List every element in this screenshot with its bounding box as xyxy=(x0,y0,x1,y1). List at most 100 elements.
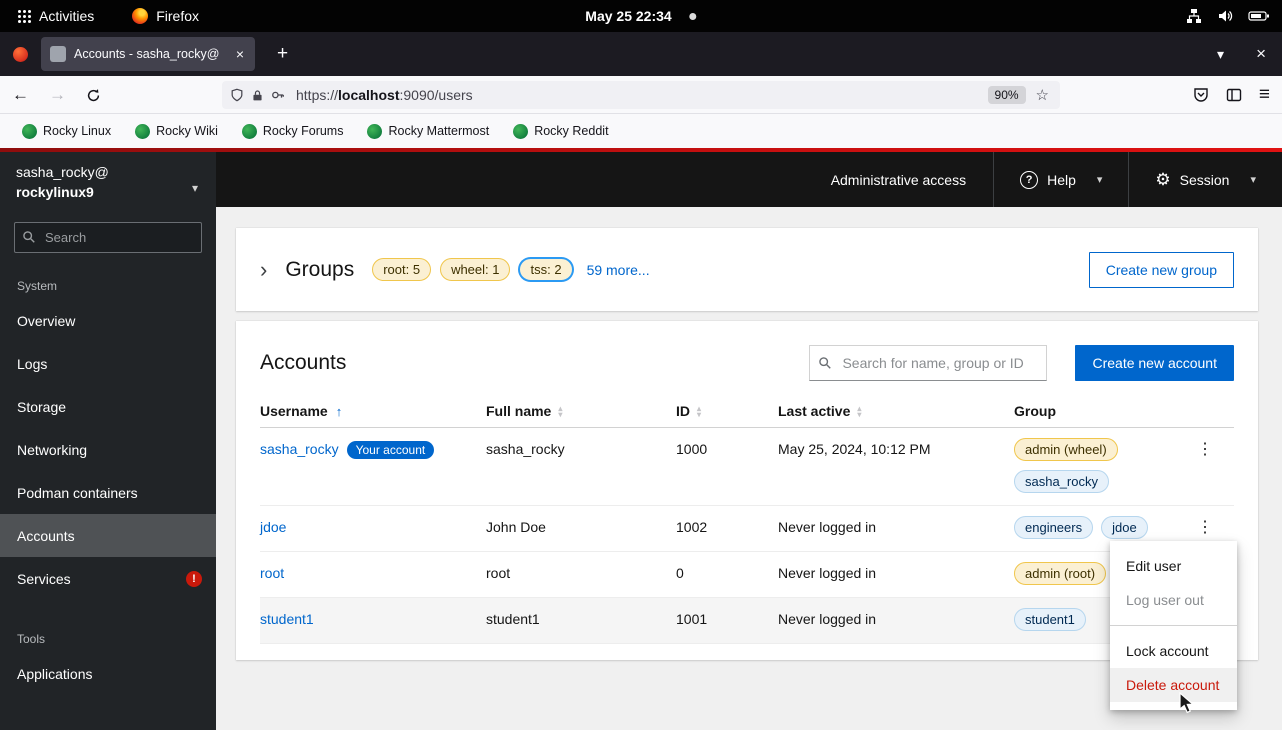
group-chip[interactable]: admin (root) xyxy=(1014,562,1106,585)
system-status-area[interactable] xyxy=(1186,8,1270,24)
save-to-pocket-icon[interactable] xyxy=(1193,87,1209,103)
sortable-icon: ▴▾ xyxy=(558,406,562,418)
bookmark-star-icon[interactable]: ☆ xyxy=(1033,86,1052,104)
session-caret-icon: ▾ xyxy=(1250,173,1256,186)
focused-app-menu[interactable]: Firefox xyxy=(126,6,205,26)
bookmark-rocky-linux[interactable]: Rocky Linux xyxy=(16,120,117,143)
column-header-full-name[interactable]: Full name▴▾ xyxy=(486,397,676,428)
battery-icon xyxy=(1248,8,1270,24)
menu-item-log-user-out: Log user out xyxy=(1110,583,1237,617)
accounts-search-input[interactable] xyxy=(809,345,1047,381)
host-switcher-caret-icon: ▾ xyxy=(192,178,198,198)
full-name-cell: sasha_rocky xyxy=(486,428,676,506)
account-actions-menu: Edit user Log user out Lock account Dele… xyxy=(1110,541,1237,710)
last-active-cell: Never logged in xyxy=(778,598,1014,644)
username-link[interactable]: sasha_rocky xyxy=(260,441,339,457)
list-all-tabs-icon[interactable]: ▾ xyxy=(1217,46,1224,63)
network-icon xyxy=(1186,8,1202,24)
sidebar-item-overview[interactable]: Overview xyxy=(0,299,216,342)
search-icon xyxy=(22,230,36,244)
column-header-actions xyxy=(1184,397,1234,428)
sidebar-search-input[interactable] xyxy=(14,222,202,253)
help-dropdown[interactable]: ? Help ▾ xyxy=(994,152,1128,207)
cockpit-sidebar: sasha_rocky@ rockylinux9 ▾ System Overvi… xyxy=(0,152,216,730)
bookmark-rocky-wiki[interactable]: Rocky Wiki xyxy=(129,120,224,143)
sidebar-item-podman-containers[interactable]: Podman containers xyxy=(0,471,216,514)
group-chip[interactable]: jdoe xyxy=(1101,516,1148,539)
menu-item-edit-user[interactable]: Edit user xyxy=(1110,549,1237,583)
row-actions-kebab-icon[interactable]: ⋮ xyxy=(1189,441,1221,458)
activities-button[interactable]: Activities xyxy=(12,6,100,26)
activities-label: Activities xyxy=(39,8,94,24)
app-menu-icon[interactable]: ≡ xyxy=(1259,84,1270,106)
rocky-mattermost-icon xyxy=(367,124,382,139)
bookmark-rocky-mattermost[interactable]: Rocky Mattermost xyxy=(361,120,495,143)
sidebar-item-logs[interactable]: Logs xyxy=(0,342,216,385)
column-header-last-active[interactable]: Last active▴▾ xyxy=(778,397,1014,428)
tracking-protection-shield-icon[interactable] xyxy=(230,88,244,102)
id-cell: 1002 xyxy=(676,506,778,552)
screen: Activities Firefox May 25 22:34 Accounts… xyxy=(0,0,1282,730)
session-dropdown[interactable]: ⚙ Session ▾ xyxy=(1129,152,1282,207)
groups-more-link[interactable]: 59 more... xyxy=(587,262,650,278)
menu-item-lock-account[interactable]: Lock account xyxy=(1110,634,1237,668)
bookmark-rocky-reddit[interactable]: Rocky Reddit xyxy=(507,120,614,143)
reload-button[interactable] xyxy=(86,88,101,103)
help-label: Help xyxy=(1047,172,1076,188)
connection-lock-icon[interactable] xyxy=(251,89,264,102)
group-chip[interactable]: student1 xyxy=(1014,608,1086,631)
browser-tab[interactable]: Accounts - sasha_rocky@ × xyxy=(41,37,255,71)
sidebar-username: sasha_rocky@ xyxy=(16,162,200,182)
zoom-level-badge[interactable]: 90% xyxy=(988,86,1026,104)
groups-expand-chevron-icon[interactable]: › xyxy=(260,259,267,281)
host-switcher[interactable]: sasha_rocky@ rockylinux9 ▾ xyxy=(0,152,216,202)
saved-password-key-icon[interactable] xyxy=(271,88,285,102)
gear-icon: ⚙ xyxy=(1155,170,1170,190)
sortable-icon: ▴▾ xyxy=(697,406,701,418)
administrative-access-button[interactable]: Administrative access xyxy=(804,172,993,188)
column-label: Username xyxy=(260,403,328,419)
sidebar-item-services[interactable]: Services! xyxy=(0,557,216,600)
tab-close-icon[interactable]: × xyxy=(234,46,246,62)
create-new-account-button[interactable]: Create new account xyxy=(1075,345,1234,381)
username-link[interactable]: jdoe xyxy=(260,519,286,535)
column-header-id[interactable]: ID ▴▾ xyxy=(676,397,778,428)
sidebar-item-networking[interactable]: Networking xyxy=(0,428,216,471)
full-name-cell: root xyxy=(486,552,676,598)
sidebar-item-storage[interactable]: Storage xyxy=(0,385,216,428)
groups-title: Groups xyxy=(285,258,354,282)
group-chip-wheel[interactable]: wheel: 1 xyxy=(440,258,510,281)
clock-button[interactable]: May 25 22:34 xyxy=(585,8,696,24)
back-button[interactable]: ← xyxy=(12,85,29,105)
username-link[interactable]: root xyxy=(260,565,284,581)
create-new-group-button[interactable]: Create new group xyxy=(1089,252,1234,288)
sidebar-item-label: Logs xyxy=(17,356,47,372)
sortable-icon: ▴▾ xyxy=(857,406,861,418)
bookmark-rocky-forums[interactable]: Rocky Forums xyxy=(236,120,350,143)
your-account-badge: Your account xyxy=(347,441,435,459)
username-link[interactable]: student1 xyxy=(260,611,314,627)
cockpit-app: sasha_rocky@ rockylinux9 ▾ System Overvi… xyxy=(0,148,1282,730)
group-chip[interactable]: sasha_rocky xyxy=(1014,470,1109,493)
new-tab-button[interactable]: + xyxy=(271,43,294,65)
sidebar-toggle-icon[interactable] xyxy=(1226,87,1242,103)
url-bar[interactable]: https://localhost:9090/users 90% ☆ xyxy=(222,81,1060,109)
activities-icon xyxy=(18,10,31,23)
group-chip[interactable]: admin (wheel) xyxy=(1014,438,1118,461)
menu-item-delete-account[interactable]: Delete account xyxy=(1110,668,1237,702)
column-label: ID xyxy=(676,403,690,419)
services-alert-badge: ! xyxy=(186,571,202,587)
group-chip-root[interactable]: root: 5 xyxy=(372,258,431,281)
group-chip[interactable]: engineers xyxy=(1014,516,1093,539)
sidebar-item-applications[interactable]: Applications xyxy=(0,652,216,695)
rocky-linux-icon xyxy=(22,124,37,139)
window-close-icon[interactable]: × xyxy=(1256,44,1266,64)
help-icon: ? xyxy=(1020,171,1038,189)
column-header-username[interactable]: Username↑ xyxy=(260,397,486,428)
firefox-profile-icon[interactable] xyxy=(13,47,28,62)
sidebar-item-label: Services xyxy=(17,571,71,587)
session-label: Session xyxy=(1180,172,1230,188)
row-actions-kebab-icon[interactable]: ⋮ xyxy=(1189,519,1221,536)
group-chip-tss[interactable]: tss: 2 xyxy=(519,258,572,281)
sidebar-item-accounts[interactable]: Accounts xyxy=(0,514,216,557)
